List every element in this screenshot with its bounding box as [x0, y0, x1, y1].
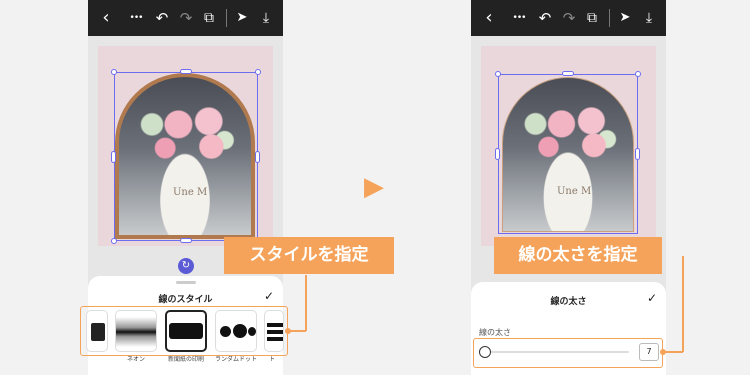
resize-handle-top-left[interactable]: [495, 71, 501, 77]
toolbar-divider: [609, 9, 610, 27]
undo-icon[interactable]: ↶: [535, 0, 555, 36]
callout-line-width: 線の太さを指定: [494, 237, 662, 274]
next-step-arrow-icon: ▶: [364, 172, 384, 202]
send-icon[interactable]: ➤: [615, 0, 635, 36]
connector-line-left-h: [290, 330, 306, 332]
connector-line-right-h: [665, 351, 683, 353]
sheet-title: 線の太さ: [550, 297, 587, 307]
undo-icon[interactable]: ↶: [152, 0, 172, 36]
confirm-check-icon[interactable]: ✓: [264, 289, 274, 303]
resize-handle-top-right[interactable]: [635, 71, 641, 77]
resize-handle-top[interactable]: [562, 71, 574, 76]
resize-handle-left[interactable]: [111, 151, 116, 163]
resize-handle-bottom-left[interactable]: [111, 238, 117, 244]
connector-line-left-v: [305, 275, 307, 331]
download-icon[interactable]: ⤓: [256, 0, 276, 36]
resize-handle-bottom[interactable]: [180, 238, 192, 243]
sheet-title: 線のスタイル: [158, 295, 213, 305]
more-icon[interactable]: •••: [126, 0, 146, 36]
top-toolbar: ‹ ••• ↶ ↷ ⧉ ➤ ⤓: [88, 0, 283, 36]
redo-icon[interactable]: ↷: [559, 0, 579, 36]
resize-handle-right[interactable]: [255, 151, 260, 163]
sheet-grabber[interactable]: [176, 281, 196, 284]
back-icon[interactable]: ‹: [479, 0, 499, 36]
slider-label: 線の太さ: [479, 328, 511, 337]
style-row-highlight: [80, 306, 288, 356]
toolbar-divider: [226, 9, 227, 27]
resize-handle-top-left[interactable]: [111, 69, 117, 75]
more-icon[interactable]: •••: [509, 0, 529, 36]
confirm-check-icon[interactable]: ✓: [647, 291, 657, 305]
slider-row-highlight: [473, 338, 663, 368]
top-toolbar: ‹ ••• ↶ ↷ ⧉ ➤ ⤓: [471, 0, 666, 36]
layers-icon[interactable]: ⧉: [199, 0, 219, 36]
resize-handle-top-right[interactable]: [255, 69, 261, 75]
rotate-icon[interactable]: ↻: [178, 258, 194, 274]
resize-handle-right[interactable]: [635, 148, 640, 160]
resize-handle-left[interactable]: [495, 148, 500, 160]
redo-icon[interactable]: ↷: [176, 0, 196, 36]
back-icon[interactable]: ‹: [96, 0, 116, 36]
callout-style: スタイルを指定: [224, 237, 394, 274]
send-icon[interactable]: ➤: [232, 0, 252, 36]
layers-icon[interactable]: ⧉: [582, 0, 602, 36]
download-icon[interactable]: ⤓: [639, 0, 659, 36]
connector-line-right-v: [682, 256, 684, 352]
selection-box[interactable]: [114, 72, 258, 241]
resize-handle-top[interactable]: [180, 69, 192, 74]
phone-screen-right: ‹ ••• ↶ ↷ ⧉ ➤ ⤓ Une M 線の太さ ✓ 線の太さ 7: [471, 0, 666, 375]
selection-box[interactable]: [498, 74, 638, 234]
